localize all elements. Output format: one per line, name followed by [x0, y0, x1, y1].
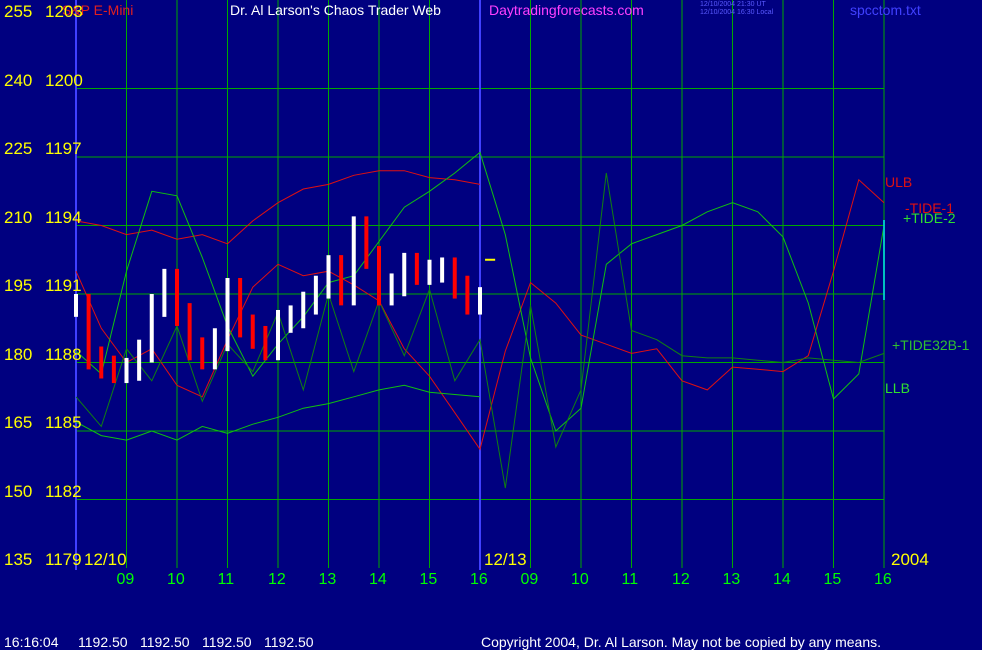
x-tick-label: 09	[520, 571, 539, 588]
y-tick-osc: 195	[4, 276, 33, 295]
x-tick-label: 16	[874, 571, 892, 588]
y-tick-price: 1194	[45, 207, 82, 227]
site-link[interactable]: Daytradingforecasts.com	[489, 3, 644, 17]
y-tick-osc: 255	[4, 2, 33, 21]
label-tide2: +TIDE-2	[903, 210, 956, 226]
time-utc: 12/10/2004 21:30 UT	[700, 1, 766, 8]
footer-high: 1192.50	[140, 634, 190, 650]
x-tick-label: 14	[773, 571, 791, 588]
date-year: 2004	[891, 550, 929, 569]
x-tick-label: 13	[722, 571, 741, 588]
x-tick-label: 13	[318, 571, 337, 588]
footer-low: 1192.50	[202, 634, 252, 650]
time-local: 12/10/2004 16:30 Local	[700, 9, 774, 16]
date-start: 12/10	[84, 550, 127, 569]
x-tick-label: 11	[621, 571, 639, 588]
y-tick-osc: 165	[4, 413, 33, 432]
y-tick-osc: 210	[4, 207, 33, 227]
x-tick-label: 12	[672, 571, 690, 588]
y-tick-price: 1203	[45, 2, 83, 21]
label-tide32: +TIDE32B-1	[892, 337, 970, 353]
y-tick-price: 1185	[45, 413, 82, 432]
x-tick-label: 10	[167, 571, 185, 588]
x-tick-label: 11	[217, 571, 235, 588]
y-tick-osc: 135	[4, 550, 33, 569]
x-tick-label: 09	[116, 571, 135, 588]
y-tick-price: 1200	[45, 70, 83, 90]
y-tick-price: 1182	[45, 481, 82, 501]
y-tick-price: 1188	[45, 344, 82, 364]
y-tick-osc: 240	[4, 70, 33, 90]
x-tick-label: 16	[470, 571, 488, 588]
x-tick-label: 15	[419, 571, 438, 588]
y-tick-osc: 180	[4, 344, 33, 364]
y-tick-price: 1179	[45, 550, 82, 569]
label-ulb: ULB	[885, 174, 913, 190]
date-mid: 12/13	[484, 550, 527, 569]
y-tick-osc: 150	[4, 481, 33, 501]
x-tick-label: 15	[823, 571, 842, 588]
footer-close: 1192.50	[264, 634, 314, 650]
footer-open: 1192.50	[78, 634, 128, 650]
x-tick-label: 12	[268, 571, 286, 588]
x-tick-label: 10	[571, 571, 589, 588]
chart-title: Dr. Al Larson's Chaos Trader Web	[230, 2, 441, 18]
y-tick-osc: 225	[4, 139, 33, 158]
x-tick-label: 14	[369, 571, 387, 588]
label-llb: LLB	[885, 380, 910, 396]
copyright: Copyright 2004, Dr. Al Larson. May not b…	[481, 634, 882, 650]
y-tick-price: 1197	[45, 139, 82, 158]
file-name: spcctom.txt	[850, 2, 921, 18]
footer-time: 16:16:04	[4, 634, 59, 650]
y-tick-price: 1191	[45, 276, 82, 295]
